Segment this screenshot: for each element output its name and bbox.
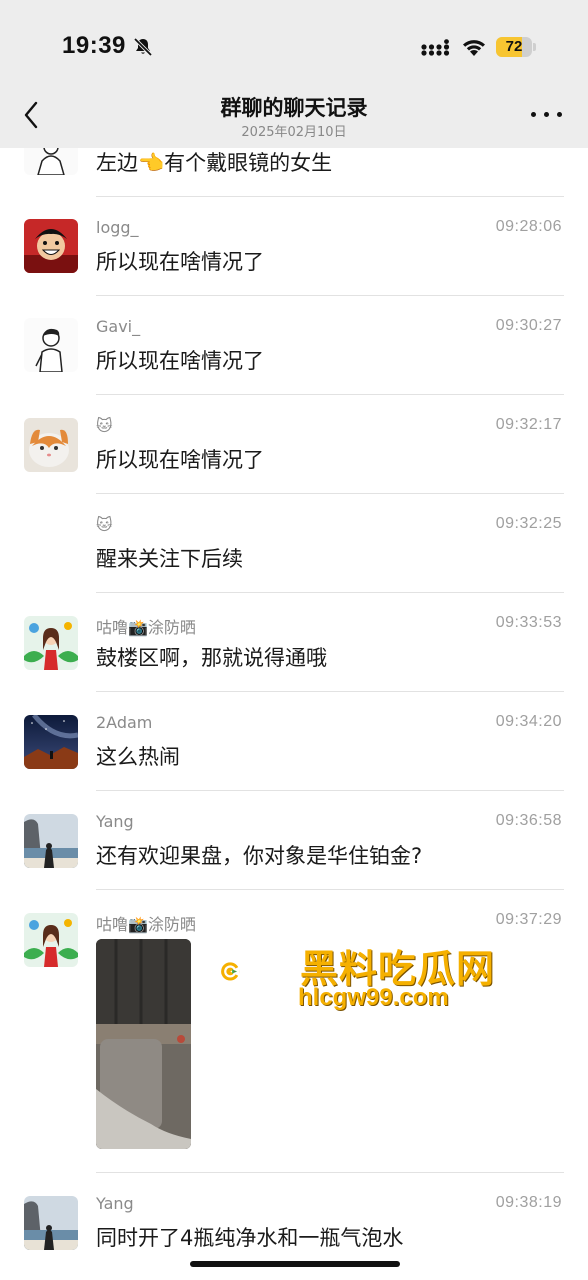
- cellular-signal-icon: [421, 39, 450, 56]
- message-time: 09:36:58: [495, 812, 562, 829]
- sender-name: 🐱: [96, 515, 113, 534]
- divider: [96, 196, 564, 197]
- sender-name: 咕噜📸涂防晒: [96, 618, 196, 637]
- divider: [96, 592, 564, 593]
- avatar[interactable]: [24, 1196, 78, 1250]
- avatar[interactable]: [24, 715, 78, 769]
- message-text: 所以现在啥情况了: [96, 349, 264, 373]
- message-time: 09:33:53: [495, 614, 562, 631]
- watermark-url: hlcgw99.com: [298, 984, 449, 1011]
- message-text: 醒来关注下后续: [96, 547, 243, 571]
- message-time: 09:37:29: [495, 911, 562, 928]
- message-text: 这么热闹: [96, 745, 180, 769]
- divider: [96, 790, 564, 791]
- bell-off-icon: [133, 37, 153, 57]
- avatar[interactable]: [24, 814, 78, 868]
- wifi-icon: [463, 40, 485, 56]
- avatar[interactable]: [24, 219, 78, 273]
- message-text: 还有欢迎果盘，你对象是华住铂金?: [96, 844, 423, 868]
- message-text: 左边👈有个戴眼镜的女生: [96, 151, 333, 175]
- top-bar: 19:39 72 群聊的聊天记录 2025年02月10日: [0, 0, 588, 148]
- divider: [96, 493, 564, 494]
- watermark-logo-icon: [221, 962, 240, 981]
- sender-name: Gavi_: [96, 317, 141, 336]
- page-subtitle: 2025年02月10日: [241, 125, 347, 140]
- message-text: 所以现在啥情况了: [96, 250, 264, 274]
- message-text: 所以现在啥情况了: [96, 448, 264, 472]
- sender-name: 2Adam: [96, 713, 153, 732]
- message-time: 09:30:27: [495, 317, 562, 334]
- sender-name: Yang: [96, 1194, 134, 1213]
- message-time: 09:32:17: [495, 416, 562, 433]
- avatar[interactable]: [24, 418, 78, 472]
- page-title: 群聊的聊天记录: [220, 96, 368, 120]
- photo-attachment[interactable]: [96, 939, 191, 1149]
- message-text: 鼓楼区啊，那就说得通哦: [96, 646, 327, 670]
- avatar[interactable]: [24, 616, 78, 670]
- message-time: 09:32:25: [495, 515, 562, 532]
- divider: [96, 691, 564, 692]
- message-time: 09:38:19: [495, 1194, 562, 1211]
- sender-name: logg_: [96, 218, 139, 237]
- message-text: 同时开了4瓶纯净水和一瓶气泡水: [96, 1226, 404, 1250]
- battery-indicator: 72: [496, 37, 536, 57]
- divider: [96, 394, 564, 395]
- more-button[interactable]: [530, 106, 564, 122]
- home-indicator[interactable]: [190, 1261, 400, 1267]
- ellipsis-icon: [531, 112, 536, 117]
- message-time: 09:28:06: [495, 218, 562, 235]
- divider: [96, 889, 564, 890]
- message-time: 09:34:20: [495, 713, 562, 730]
- status-time: 19:39: [62, 32, 126, 59]
- avatar[interactable]: [24, 318, 78, 372]
- battery-percent: 72: [505, 38, 523, 55]
- sender-name: 咕噜📸涂防晒: [96, 915, 196, 934]
- sender-name: 🐱: [96, 416, 113, 435]
- divider: [96, 1172, 564, 1173]
- avatar[interactable]: [24, 913, 78, 967]
- divider: [96, 295, 564, 296]
- sender-name: Yang: [96, 812, 134, 831]
